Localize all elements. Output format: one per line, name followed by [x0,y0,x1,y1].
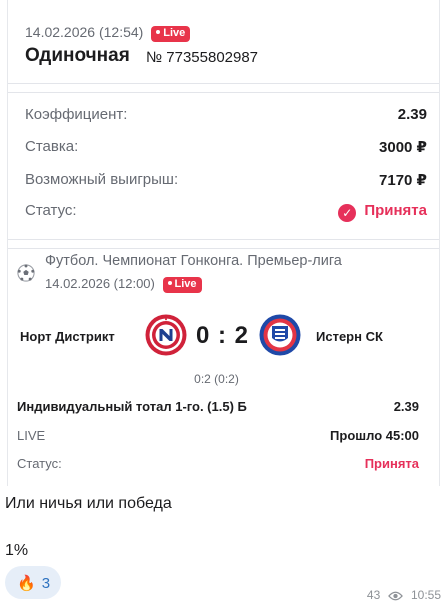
possible-win-row: Возможный выигрыш: 7170 ₽ [25,171,427,189]
fire-reaction-button[interactable]: 🔥 3 [5,566,61,599]
market-name: Индивидуальный тотал 1-го. (1.5) Б [17,399,247,414]
stake-label: Ставка: [25,138,79,155]
possible-win-value: 7170 ₽ [379,172,427,189]
stake-row: Ставка: 3000 ₽ [25,138,427,156]
status-value: ✓ Принята [338,202,427,222]
home-team-logo-icon [145,314,187,356]
bet-type: Одиночная [25,45,130,66]
bet-summary: Коэффициент: 2.39 Ставка: 3000 ₽ Возможн… [8,92,439,240]
match-status-value: Принята [364,456,419,471]
live-dot-icon [167,281,172,285]
message-meta: 43 10:55 [367,588,441,602]
market-odds: 2.39 [393,399,419,414]
fire-icon: 🔥 [17,575,36,592]
odds-row: Коэффициент: 2.39 [25,106,427,123]
soccer-ball-icon [17,264,35,282]
reaction-count: 3 [41,575,51,592]
match-live-badge: Live [162,277,202,293]
match-status-row: Статус: Принята [17,456,419,471]
message-text: Или ничья или победа [5,495,172,512]
live-dot-icon [156,30,161,34]
league-name: Футбол. Чемпионат Гонконга. Премьер-лига [45,253,342,269]
bet-header: 14.02.2026 (12:54) Live Одиночная № 7735… [8,0,439,84]
market-row: Индивидуальный тотал 1-го. (1.5) Б 2.39 [17,399,419,414]
status-row: Статус: ✓ Принята [25,202,427,222]
view-count: 43 [366,588,381,602]
check-circle-icon: ✓ [338,204,357,222]
live-badge: Live [151,26,191,42]
message-time: 10:55 [410,588,441,602]
bet-datetime: 14.02.2026 (12:54) Live [25,24,191,42]
message-percent: 1% [5,542,29,559]
match-status-label: Статус: [17,456,62,471]
eye-icon [387,591,403,601]
away-team-logo-icon [259,314,301,356]
bet-number: № 77355802987 [146,49,259,66]
odds-label: Коэффициент: [25,106,128,123]
half-score: 0:2 (0:2) [194,372,239,386]
stage-row: LIVE Прошло 45:00 [17,428,419,443]
stake-value: 3000 ₽ [379,139,427,156]
away-team-name: Истерн СК [316,329,383,344]
possible-win-label: Возможный выигрыш: [25,171,179,188]
stage-label: LIVE [17,428,46,443]
home-team-name: Норт Дистрикт [20,329,115,344]
elapsed-time: Прошло 45:00 [330,428,419,443]
match-score: 0 : 2 [196,322,250,349]
odds-value: 2.39 [397,106,427,123]
match-date: 14.02.2026 (12:00) Live [45,276,202,293]
status-label: Статус: [25,202,77,219]
